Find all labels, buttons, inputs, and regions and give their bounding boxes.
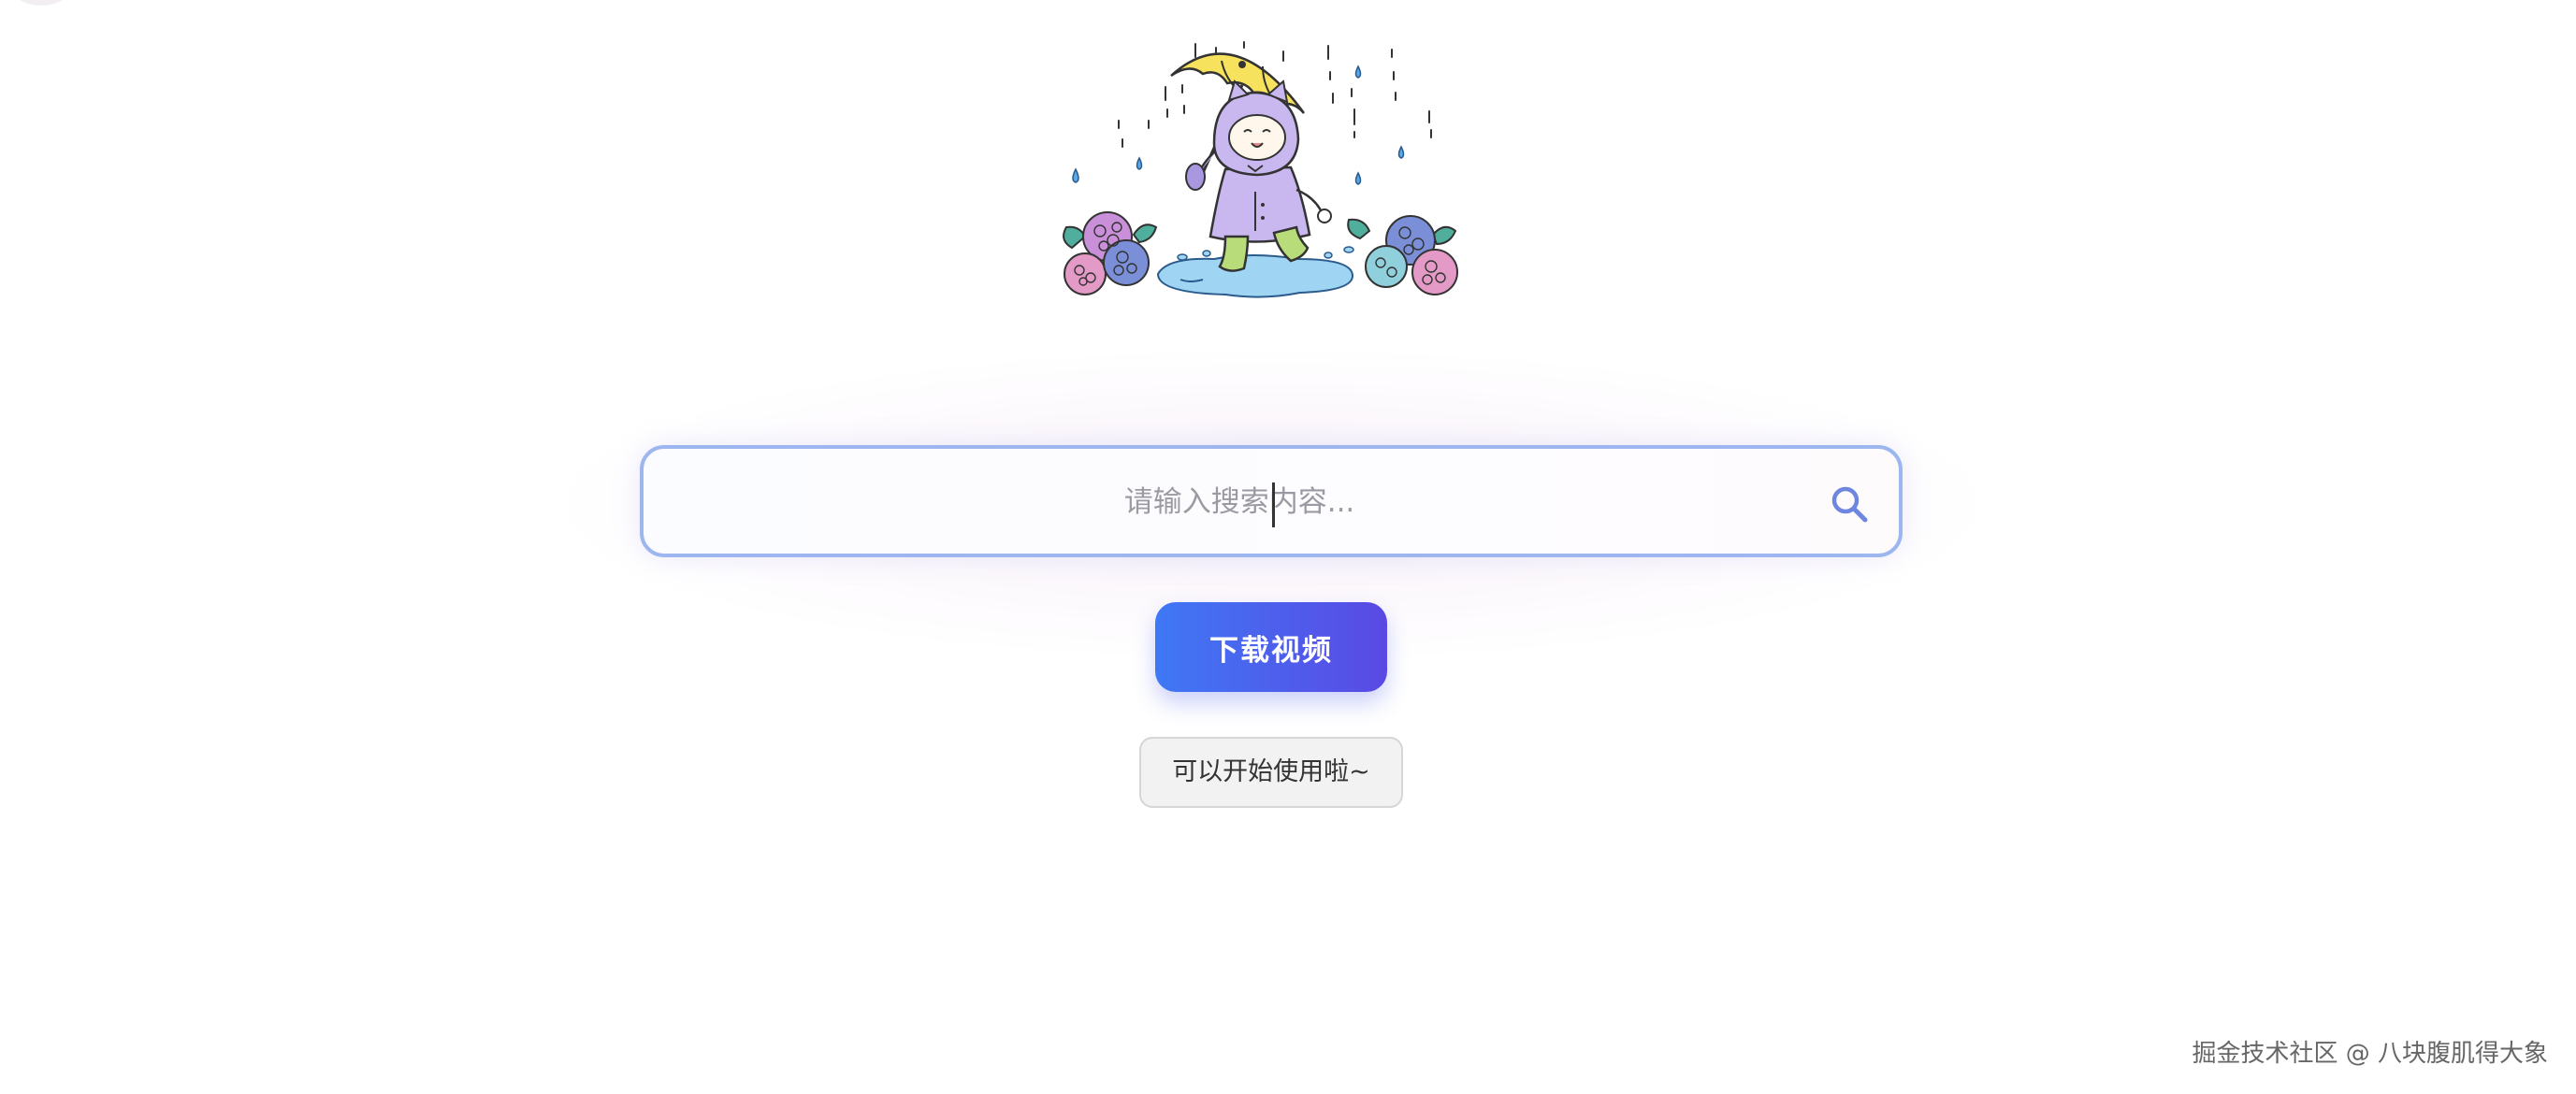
text-caret <box>1272 482 1275 527</box>
search-input[interactable] <box>681 458 1798 546</box>
search-box[interactable] <box>640 445 1903 557</box>
status-message: 可以开始使用啦~ <box>1139 737 1403 808</box>
footer-watermark: 掘金技术社区 @ 八块腹肌得大象 <box>2192 1040 2548 1068</box>
rainy-cat-illustration <box>1063 41 1458 298</box>
download-video-button[interactable]: 下载视频 <box>1155 602 1387 692</box>
corner-decoration <box>13 0 69 6</box>
page: 下载视频 可以开始使用啦~ 掘金技术社区 @ 八块腹肌得大象 <box>0 0 2576 1094</box>
search-icon[interactable] <box>1828 482 1871 525</box>
